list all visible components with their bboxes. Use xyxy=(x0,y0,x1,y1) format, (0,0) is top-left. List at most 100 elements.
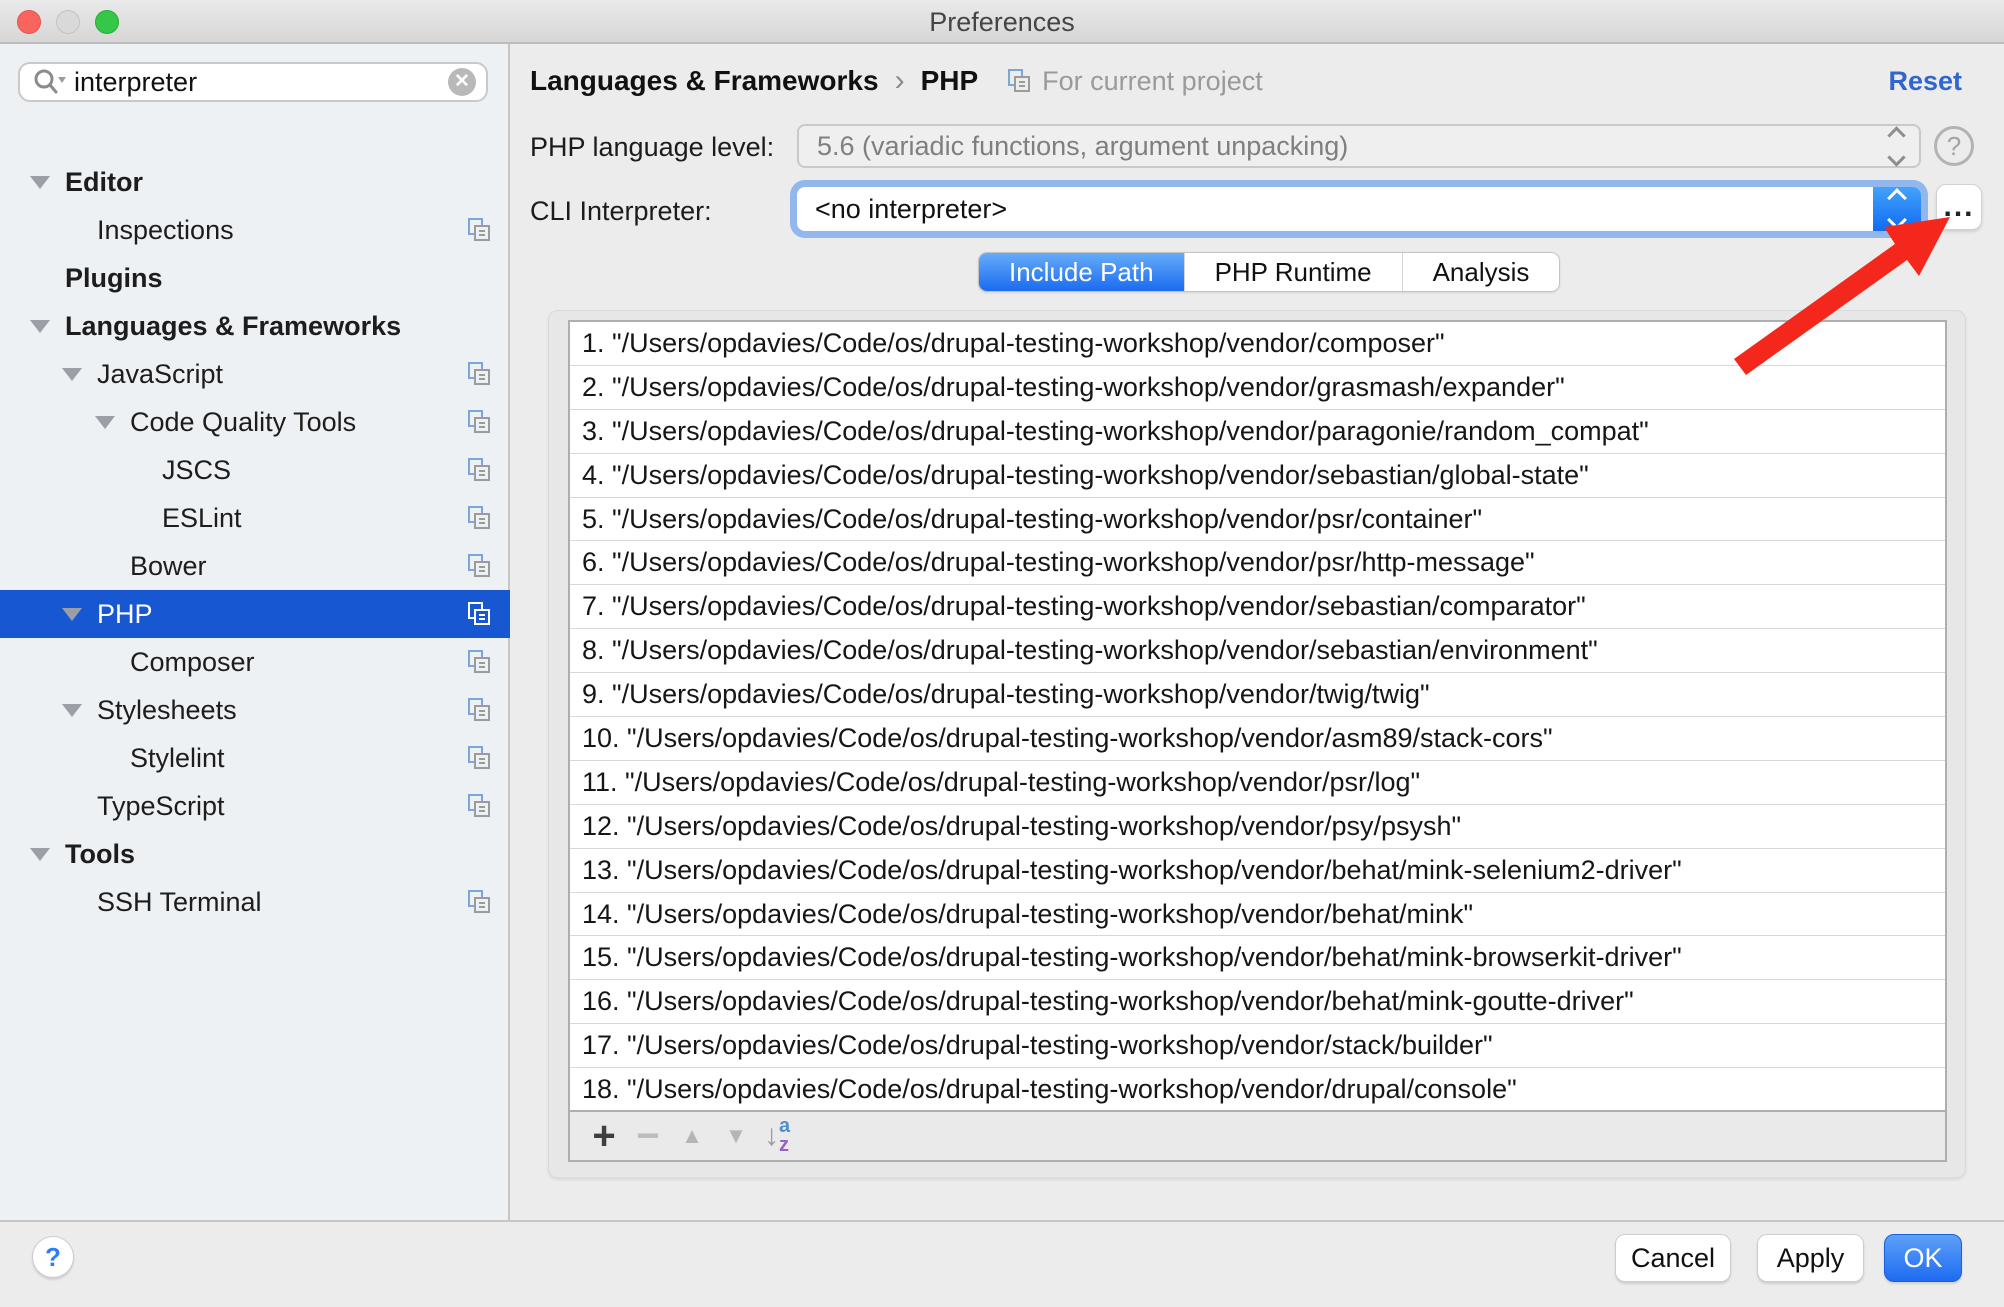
breadcrumb-languages-frameworks[interactable]: Languages & Frameworks xyxy=(530,65,879,97)
include-path-text: 1. "/Users/opdavies/Code/os/drupal-testi… xyxy=(570,328,1445,359)
sidebar-item-editor[interactable]: Editor xyxy=(0,158,510,206)
per-project-pages-icon xyxy=(466,697,492,723)
expand-triangle-icon[interactable] xyxy=(62,704,82,717)
expand-triangle-icon[interactable] xyxy=(62,608,82,621)
sidebar-item-typescript[interactable]: TypeScript xyxy=(0,782,510,830)
language-level-value: 5.6 (variadic functions, argument unpack… xyxy=(799,131,1890,162)
remove-path-button[interactable]: − xyxy=(626,1114,670,1159)
stepper-icon[interactable] xyxy=(1873,187,1921,231)
include-path-text: 12. "/Users/opdavies/Code/os/drupal-test… xyxy=(570,811,1461,842)
sidebar-item-tools[interactable]: Tools xyxy=(0,830,510,878)
include-path-row[interactable]: 15. "/Users/opdavies/Code/os/drupal-test… xyxy=(570,936,1945,980)
include-path-row[interactable]: 5. "/Users/opdavies/Code/os/drupal-testi… xyxy=(570,498,1945,542)
language-level-help-icon[interactable]: ? xyxy=(1934,126,1974,166)
sidebar-item-label: Stylesheets xyxy=(0,695,237,726)
settings-search-box[interactable]: ✕ xyxy=(18,62,488,102)
tab-include-path[interactable]: Include Path xyxy=(979,253,1184,291)
apply-button[interactable]: Apply xyxy=(1757,1234,1864,1282)
sidebar-item-label: JavaScript xyxy=(0,359,223,390)
stepper-icon xyxy=(1890,129,1903,164)
include-path-row[interactable]: 3. "/Users/opdavies/Code/os/drupal-testi… xyxy=(570,410,1945,454)
sidebar-item-inspections[interactable]: Inspections xyxy=(0,206,510,254)
zoom-button[interactable] xyxy=(95,10,119,34)
clear-search-icon[interactable]: ✕ xyxy=(448,68,476,96)
sidebar-item-php[interactable]: PHP xyxy=(0,590,510,638)
per-project-pages-icon xyxy=(466,361,492,387)
sidebar-item-code-quality-tools[interactable]: Code Quality Tools xyxy=(0,398,510,446)
include-path-row[interactable]: 14. "/Users/opdavies/Code/os/drupal-test… xyxy=(570,893,1945,937)
ok-button[interactable]: OK xyxy=(1884,1234,1962,1282)
include-path-text: 17. "/Users/opdavies/Code/os/drupal-test… xyxy=(570,1030,1493,1061)
include-path-text: 2. "/Users/opdavies/Code/os/drupal-testi… xyxy=(570,372,1565,403)
include-path-row[interactable]: 2. "/Users/opdavies/Code/os/drupal-testi… xyxy=(570,366,1945,410)
include-path-text: 11. "/Users/opdavies/Code/os/drupal-test… xyxy=(570,767,1420,798)
tab-php-runtime[interactable]: PHP Runtime xyxy=(1184,253,1402,291)
cli-interpreter-browse-button[interactable]: ... xyxy=(1936,184,1982,230)
cli-interpreter-value: <no interpreter> xyxy=(797,194,1873,225)
search-filter-chevron-icon xyxy=(58,77,66,83)
sidebar-item-jscs[interactable]: JSCS xyxy=(0,446,510,494)
sidebar-item-plugins[interactable]: Plugins xyxy=(0,254,510,302)
expand-triangle-icon[interactable] xyxy=(62,368,82,381)
sidebar-item-stylesheets[interactable]: Stylesheets xyxy=(0,686,510,734)
language-level-select[interactable]: 5.6 (variadic functions, argument unpack… xyxy=(797,124,1921,168)
include-path-row[interactable]: 12. "/Users/opdavies/Code/os/drupal-test… xyxy=(570,805,1945,849)
for-current-project-icon xyxy=(1006,68,1032,94)
search-input[interactable] xyxy=(66,65,448,99)
include-path-row[interactable]: 8. "/Users/opdavies/Code/os/drupal-testi… xyxy=(570,629,1945,673)
expand-triangle-icon[interactable] xyxy=(30,176,50,189)
dialog-footer: ? Cancel Apply OK xyxy=(0,1220,2004,1307)
expand-triangle-icon[interactable] xyxy=(95,416,115,429)
minimize-button[interactable] xyxy=(56,10,80,34)
include-path-row[interactable]: 10. "/Users/opdavies/Code/os/drupal-test… xyxy=(570,717,1945,761)
include-path-row[interactable]: 4. "/Users/opdavies/Code/os/drupal-testi… xyxy=(570,454,1945,498)
include-path-row[interactable]: 1. "/Users/opdavies/Code/os/drupal-testi… xyxy=(570,322,1945,366)
sort-alphabetically-button[interactable]: ↓ a z xyxy=(764,1117,790,1155)
include-path-row[interactable]: 16. "/Users/opdavies/Code/os/drupal-test… xyxy=(570,980,1945,1024)
move-up-button[interactable]: ▲ xyxy=(670,1123,714,1149)
include-path-row[interactable]: 9. "/Users/opdavies/Code/os/drupal-testi… xyxy=(570,673,1945,717)
window-title: Preferences xyxy=(0,0,2004,44)
sidebar-item-javascript[interactable]: JavaScript xyxy=(0,350,510,398)
sort-arrow-icon: ↓ xyxy=(764,1119,779,1153)
include-path-row[interactable]: 17. "/Users/opdavies/Code/os/drupal-test… xyxy=(570,1024,1945,1068)
include-path-list: 1. "/Users/opdavies/Code/os/drupal-testi… xyxy=(570,322,1945,1112)
include-path-text: 3. "/Users/opdavies/Code/os/drupal-testi… xyxy=(570,416,1649,447)
search-icon xyxy=(32,67,66,97)
include-path-text: 6. "/Users/opdavies/Code/os/drupal-testi… xyxy=(570,547,1535,578)
sidebar-item-languages-frameworks[interactable]: Languages & Frameworks xyxy=(0,302,510,350)
move-down-button[interactable]: ▼ xyxy=(714,1123,758,1149)
expand-triangle-icon[interactable] xyxy=(30,320,50,333)
per-project-pages-icon xyxy=(466,745,492,771)
include-path-text: 16. "/Users/opdavies/Code/os/drupal-test… xyxy=(570,986,1634,1017)
expand-triangle-icon[interactable] xyxy=(30,848,50,861)
cancel-button[interactable]: Cancel xyxy=(1615,1234,1731,1282)
help-button[interactable]: ? xyxy=(32,1236,74,1278)
include-path-row[interactable]: 13. "/Users/opdavies/Code/os/drupal-test… xyxy=(570,849,1945,893)
include-path-row[interactable]: 6. "/Users/opdavies/Code/os/drupal-testi… xyxy=(570,541,1945,585)
tab-analysis[interactable]: Analysis xyxy=(1402,253,1560,291)
sidebar-item-label: Composer xyxy=(0,647,255,678)
sidebar-item-label: Stylelint xyxy=(0,743,225,774)
settings-sidebar: ✕ Editor Inspections Plugins xyxy=(0,44,510,1220)
reset-link[interactable]: Reset xyxy=(1888,66,1962,97)
sidebar-item-bower[interactable]: Bower xyxy=(0,542,510,590)
include-path-row[interactable]: 11. "/Users/opdavies/Code/os/drupal-test… xyxy=(570,761,1945,805)
add-path-button[interactable]: + xyxy=(582,1114,626,1159)
include-path-row[interactable]: 18. "/Users/opdavies/Code/os/drupal-test… xyxy=(570,1068,1945,1112)
sidebar-item-ssh-terminal[interactable]: SSH Terminal xyxy=(0,878,510,926)
list-toolbar: + − ▲ ▼ ↓ a z xyxy=(570,1110,1945,1160)
cli-interpreter-select[interactable]: <no interpreter> xyxy=(797,187,1921,231)
include-path-row[interactable]: 7. "/Users/opdavies/Code/os/drupal-testi… xyxy=(570,585,1945,629)
breadcrumb-separator-icon: › xyxy=(895,64,905,98)
per-project-pages-icon xyxy=(466,889,492,915)
sidebar-item-eslint[interactable]: ESLint xyxy=(0,494,510,542)
sidebar-item-label: Editor xyxy=(0,167,143,198)
sidebar-item-stylelint[interactable]: Stylelint xyxy=(0,734,510,782)
include-path-text: 4. "/Users/opdavies/Code/os/drupal-testi… xyxy=(570,460,1589,491)
per-project-pages-icon xyxy=(466,553,492,579)
breadcrumb: Languages & Frameworks › PHP For current… xyxy=(530,64,1263,98)
sidebar-item-composer[interactable]: Composer xyxy=(0,638,510,686)
include-path-text: 10. "/Users/opdavies/Code/os/drupal-test… xyxy=(570,723,1553,754)
close-button[interactable] xyxy=(17,10,41,34)
